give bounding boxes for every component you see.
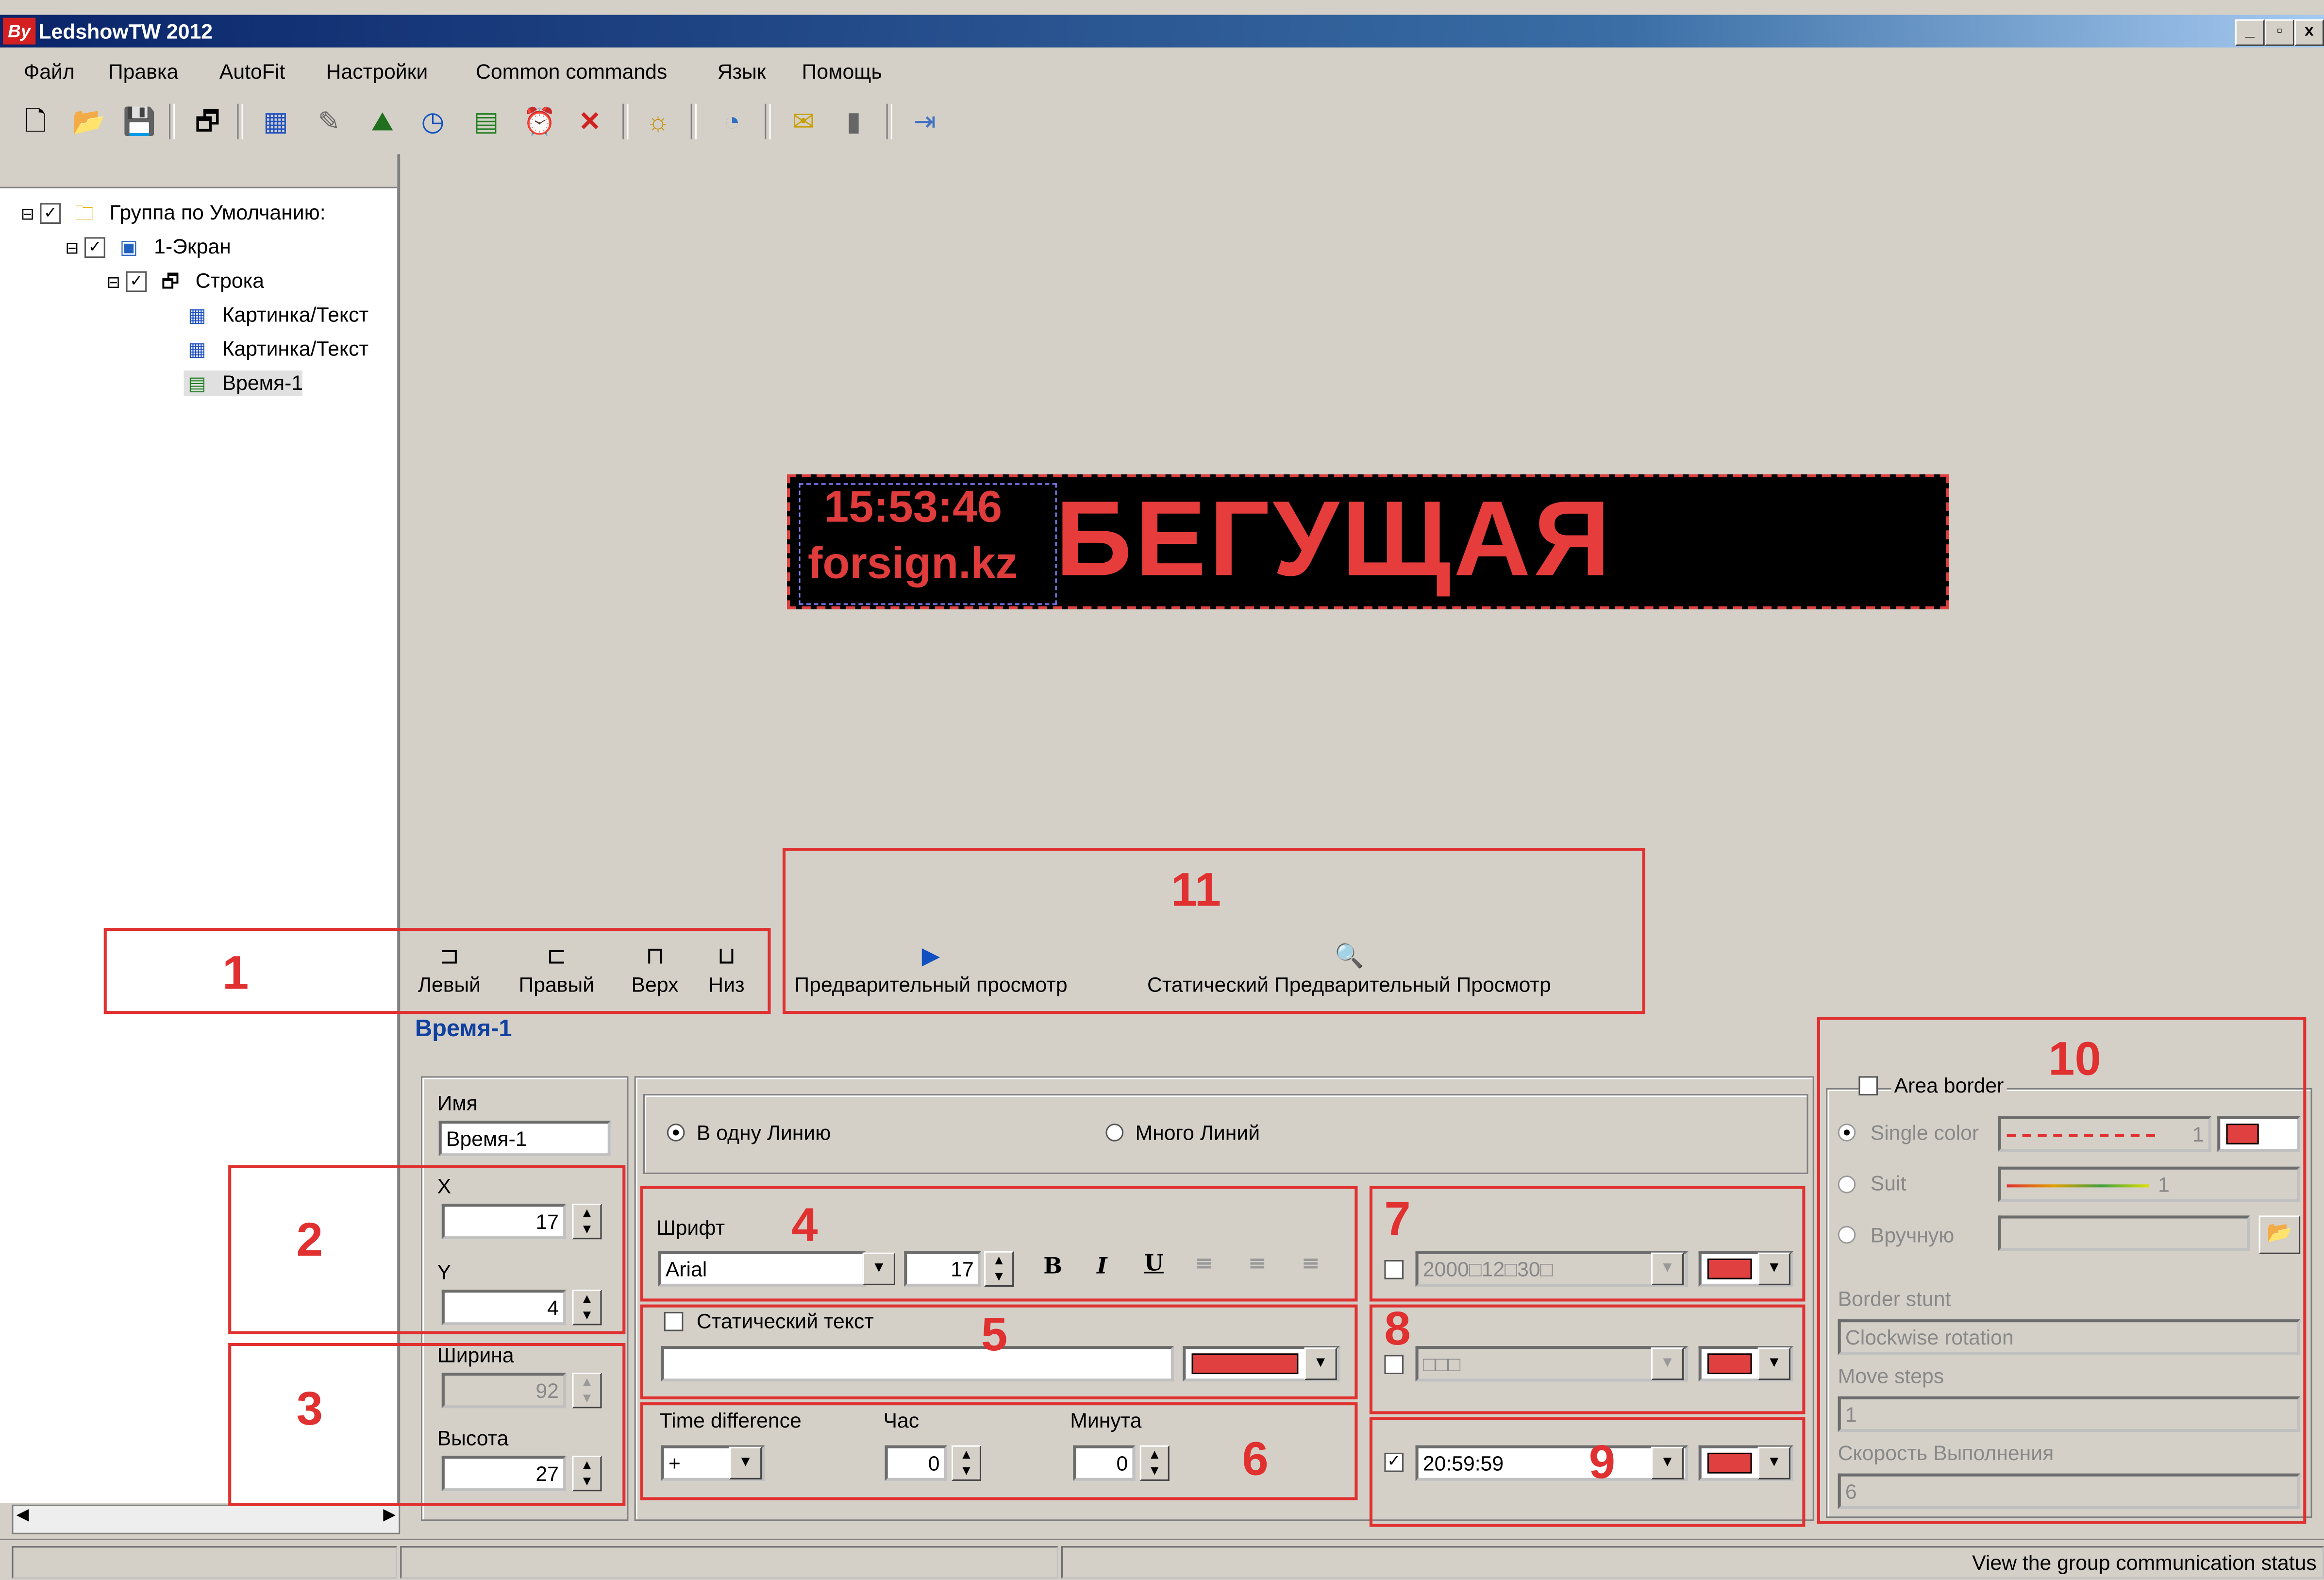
annotation-number-3: 3 <box>296 1381 323 1435</box>
edit-icon[interactable]: ✎ <box>311 104 347 139</box>
folder-icon: 🗀 <box>75 202 94 224</box>
close-button[interactable]: x <box>2294 19 2324 46</box>
menu-autofit[interactable]: AutoFit <box>219 59 285 83</box>
single-line-label: В одну Линию <box>696 1121 831 1144</box>
monitor-icon: ▣ <box>119 236 138 259</box>
annotation-box-7 <box>1369 1186 1806 1302</box>
new-icon[interactable]: 🗋 <box>18 104 53 139</box>
annotation-box-8 <box>1369 1304 1806 1414</box>
screens-icon[interactable]: 🗗 <box>190 104 225 139</box>
annotation-number-7: 7 <box>1384 1192 1411 1245</box>
delete-icon[interactable]: ✕ <box>572 104 607 139</box>
status-pane-2 <box>400 1546 1058 1579</box>
toolbar-separator <box>169 103 175 139</box>
exit-icon[interactable]: ⇥ <box>907 104 942 139</box>
name-input[interactable]: Время-1 <box>438 1121 611 1157</box>
window-title: LedshowTW 2012 <box>38 19 213 43</box>
tree-item-text-area-1[interactable]: ▦ Картинка/Текст <box>184 302 369 328</box>
annotation-box-2 <box>228 1165 626 1334</box>
multi-line-label: Много Линий <box>1135 1121 1260 1144</box>
tree-horizontal-scrollbar[interactable]: ◀ ▶ <box>12 1504 401 1534</box>
annotation-number-6: 6 <box>1242 1432 1269 1486</box>
main-toolbar: 🗋 📂 💾 🗗 ▦ ✎ ⛰ ◷ ▤ ⏰ ✕ ☼ ◔ ✉ ▮ ⇥ <box>0 98 1037 145</box>
menu-settings[interactable]: Настройки <box>326 59 428 83</box>
maximize-button[interactable]: ▫ <box>2264 19 2294 46</box>
app-window: By LedshowTW 2012 _ ▫ x Файл Правка Auto… <box>0 0 2324 1580</box>
picture-icon[interactable]: ⛰ <box>365 104 400 139</box>
tree-item-label: Время-1 <box>222 370 303 395</box>
annotation-box-9 <box>1369 1417 1806 1527</box>
open-icon[interactable]: 📂 <box>71 104 107 139</box>
title-bar: By LedshowTW 2012 _ ▫ x <box>0 15 2324 48</box>
tree-item-time-1[interactable]: ▤ Время-1 <box>184 370 303 397</box>
toolbar-separator <box>622 103 629 139</box>
collapse-icon[interactable]: ⊟ <box>107 274 120 292</box>
minimize-button[interactable]: _ <box>2235 19 2265 46</box>
annotation-number-9: 9 <box>1588 1435 1616 1489</box>
clock-icon[interactable]: ◷ <box>415 104 451 139</box>
app-logo-icon: By <box>3 17 36 45</box>
annotation-number-2: 2 <box>296 1212 323 1266</box>
scroll-left-icon[interactable]: ◀ <box>17 1505 29 1524</box>
tree-item-default-group[interactable]: ⊟ ✓ 🗀 Группа по Умолчанию: <box>21 200 326 226</box>
tree-item-program[interactable]: ⊟ ✓ 🗗 Строка <box>107 269 264 294</box>
send-icon[interactable]: ✉ <box>786 104 821 139</box>
menu-file[interactable]: Файл <box>24 59 75 83</box>
download-icon[interactable]: ▮ <box>836 104 871 139</box>
annotation-number-5: 5 <box>981 1307 1008 1361</box>
brightness-icon[interactable]: ☼ <box>640 104 676 139</box>
menu-language[interactable]: Язык <box>718 59 766 83</box>
toolbar-separator <box>690 103 697 139</box>
tree-header <box>0 154 398 188</box>
checkbox-icon[interactable]: ✓ <box>40 203 61 224</box>
toolbar-separator <box>765 103 771 139</box>
tree-item-label: 1-Экран <box>154 234 231 258</box>
text-area-icon: ▦ <box>188 304 206 327</box>
annotation-box-1 <box>103 928 771 1014</box>
collapse-icon[interactable]: ⊟ <box>21 206 34 224</box>
status-pane-1 <box>12 1546 398 1579</box>
menu-help[interactable]: Помощь <box>802 59 882 83</box>
annotation-number-10: 10 <box>2048 1031 2101 1085</box>
scroll-right-icon[interactable]: ▶ <box>383 1505 396 1524</box>
time-area-icon[interactable]: ▤ <box>468 104 504 139</box>
annotation-box-10 <box>1817 1017 2307 1524</box>
name-label: Имя <box>437 1091 478 1115</box>
annotation-number-4: 4 <box>791 1197 818 1251</box>
alarm-icon[interactable]: ⏰ <box>522 104 557 139</box>
toolbar-separator <box>886 103 892 139</box>
annotation-number-1: 1 <box>222 945 249 999</box>
text-area-icon[interactable]: ▦ <box>258 104 293 139</box>
save-icon[interactable]: 💾 <box>121 104 157 139</box>
text-area-icon: ▦ <box>188 338 206 361</box>
menu-common-commands[interactable]: Common commands <box>476 59 667 83</box>
program-icon: 🗗 <box>161 270 180 293</box>
led-clock-text: 15:53:46 <box>824 483 1003 533</box>
annotation-number-11: 11 <box>1170 862 1221 916</box>
multi-line-radio[interactable] <box>1105 1124 1124 1142</box>
tree-item-label: Группа по Умолчанию: <box>109 200 326 224</box>
tree-item-label: Картинка/Текст <box>222 302 369 326</box>
led-main-text: БЕГУЩАЯ <box>1055 480 1614 599</box>
tree-item-label: Строка <box>195 268 265 292</box>
led-site-text: forsign.kz <box>807 539 1018 589</box>
time-sync-icon[interactable]: ◔ <box>715 104 750 139</box>
menu-edit[interactable]: Правка <box>108 59 178 83</box>
status-bar: View the group communication status <box>0 1538 2324 1580</box>
menu-bar: Файл Правка AutoFit Настройки Common com… <box>0 53 2324 92</box>
status-group-communication: View the group communication status <box>1061 1546 2324 1579</box>
checkbox-icon[interactable]: ✓ <box>84 237 106 259</box>
time-area-icon: ▤ <box>188 372 206 395</box>
checkbox-icon[interactable]: ✓ <box>126 271 147 293</box>
tree-item-screen[interactable]: ⊟ ✓ ▣ 1-Экран <box>65 234 231 260</box>
annotation-box-3 <box>228 1343 626 1506</box>
properties-title: Время-1 <box>415 1017 512 1042</box>
tree-item-label: Картинка/Текст <box>222 336 369 360</box>
annotation-number-8: 8 <box>1384 1301 1411 1355</box>
tree-item-text-area-2[interactable]: ▦ Картинка/Текст <box>184 336 369 362</box>
toolbar-separator <box>237 103 243 139</box>
annotation-box-4 <box>640 1186 1358 1302</box>
single-line-radio[interactable] <box>667 1124 685 1142</box>
collapse-icon[interactable]: ⊟ <box>65 240 79 258</box>
